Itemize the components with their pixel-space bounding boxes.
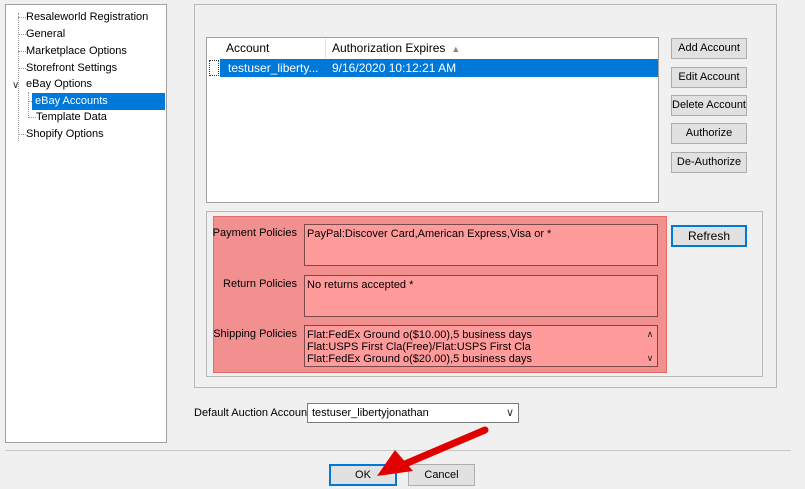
tree-item-label: Resaleworld Registration <box>26 11 149 23</box>
chevron-up-icon[interactable]: ∧ <box>647 328 654 340</box>
shipping-policy-line: Flat:FedEx Ground o($20.00),5 business d… <box>307 353 533 365</box>
return-policies-label: Return Policies <box>223 278 297 290</box>
default-auction-account-select[interactable]: testuser_libertyjonathan ∨ <box>307 403 519 423</box>
edit-account-button[interactable]: Edit Account <box>671 67 747 88</box>
tree-item-label: Storefront Settings <box>26 62 118 74</box>
accounts-list[interactable]: Account Authorization Expires ▲ testuser_… <box>206 37 659 203</box>
tree-item-label: Template Data <box>36 111 107 123</box>
shipping-scrollbar[interactable]: ∧ ∨ <box>643 326 657 366</box>
column-header-label: Account <box>226 41 270 55</box>
authorize-button[interactable]: Authorize <box>671 123 747 144</box>
tree-item-resaleworld-registration[interactable]: Resaleworld Registration <box>23 9 151 26</box>
column-header-account[interactable]: Account <box>220 39 326 58</box>
chevron-down-icon[interactable]: ∨ <box>647 352 654 364</box>
tree-item-label: General <box>26 28 66 40</box>
tree-item-ebay-options[interactable]: eBay Options <box>23 76 95 93</box>
tree-guide-line <box>28 92 29 118</box>
tree-item-shopify-options[interactable]: Shopify Options <box>23 126 107 143</box>
payment-policies-label: Payment Policies <box>212 227 297 239</box>
tree-item-general[interactable]: General <box>23 26 68 43</box>
red-arrow-icon <box>377 426 489 476</box>
default-auction-account-label: Default Auction Account <box>194 407 311 419</box>
shipping-policy-line: Flat:USPS First Cla(Free)/Flat:USPS Firs… <box>307 341 531 353</box>
tree-item-template-data[interactable]: Template Data <box>33 109 110 126</box>
tree-guide-line <box>18 13 19 141</box>
payment-policies-value: PayPal:Discover Card,American Express,Vi… <box>307 228 552 240</box>
tree-item-marketplace-options[interactable]: Marketplace Options <box>23 43 130 60</box>
table-row[interactable]: testuser_liberty... 9/16/2020 10:12:21 A… <box>220 59 658 77</box>
default-auction-account-value: testuser_libertyjonathan <box>312 407 429 419</box>
deauthorize-button[interactable]: De-Authorize <box>671 152 747 173</box>
shipping-policies-label: Shipping Policies <box>213 328 297 340</box>
policies-panel: Payment Policies PayPal:Discover Card,Am… <box>213 216 667 373</box>
settings-tree[interactable]: Resaleworld Registration General Marketp… <box>5 4 167 443</box>
column-header-authorization-expires[interactable]: Authorization Expires ▲ <box>326 39 658 58</box>
delete-account-button[interactable]: Delete Account <box>671 95 747 116</box>
expires-cell: 9/16/2020 10:12:21 AM <box>332 61 457 75</box>
return-policies-field[interactable]: No returns accepted * <box>304 275 658 317</box>
tree-item-label: Marketplace Options <box>26 45 127 57</box>
refresh-button[interactable]: Refresh <box>671 225 747 247</box>
account-cell: testuser_liberty... <box>228 61 319 75</box>
chevron-down-icon: ∨ <box>505 407 514 419</box>
tree-item-label: Shopify Options <box>26 128 104 140</box>
add-account-button[interactable]: Add Account <box>671 38 747 59</box>
return-policies-value: No returns accepted * <box>307 279 414 291</box>
shipping-policies-field[interactable]: Flat:FedEx Ground o($10.00),5 business d… <box>304 325 658 367</box>
tree-item-label: eBay Accounts <box>35 95 108 107</box>
tree-item-storefront-settings[interactable]: Storefront Settings <box>23 60 120 77</box>
sort-ascending-icon: ▲ <box>451 44 461 54</box>
row-checkbox[interactable] <box>209 60 219 76</box>
shipping-policy-line: Flat:FedEx Ground o($10.00),5 business d… <box>307 329 533 341</box>
chevron-down-icon[interactable]: ∨ <box>12 81 19 91</box>
column-header-label: Authorization Expires <box>332 41 446 55</box>
tree-item-ebay-accounts[interactable]: eBay Accounts <box>32 93 165 110</box>
payment-policies-field[interactable]: PayPal:Discover Card,American Express,Vi… <box>304 224 658 266</box>
tree-item-label: eBay Options <box>26 78 93 90</box>
